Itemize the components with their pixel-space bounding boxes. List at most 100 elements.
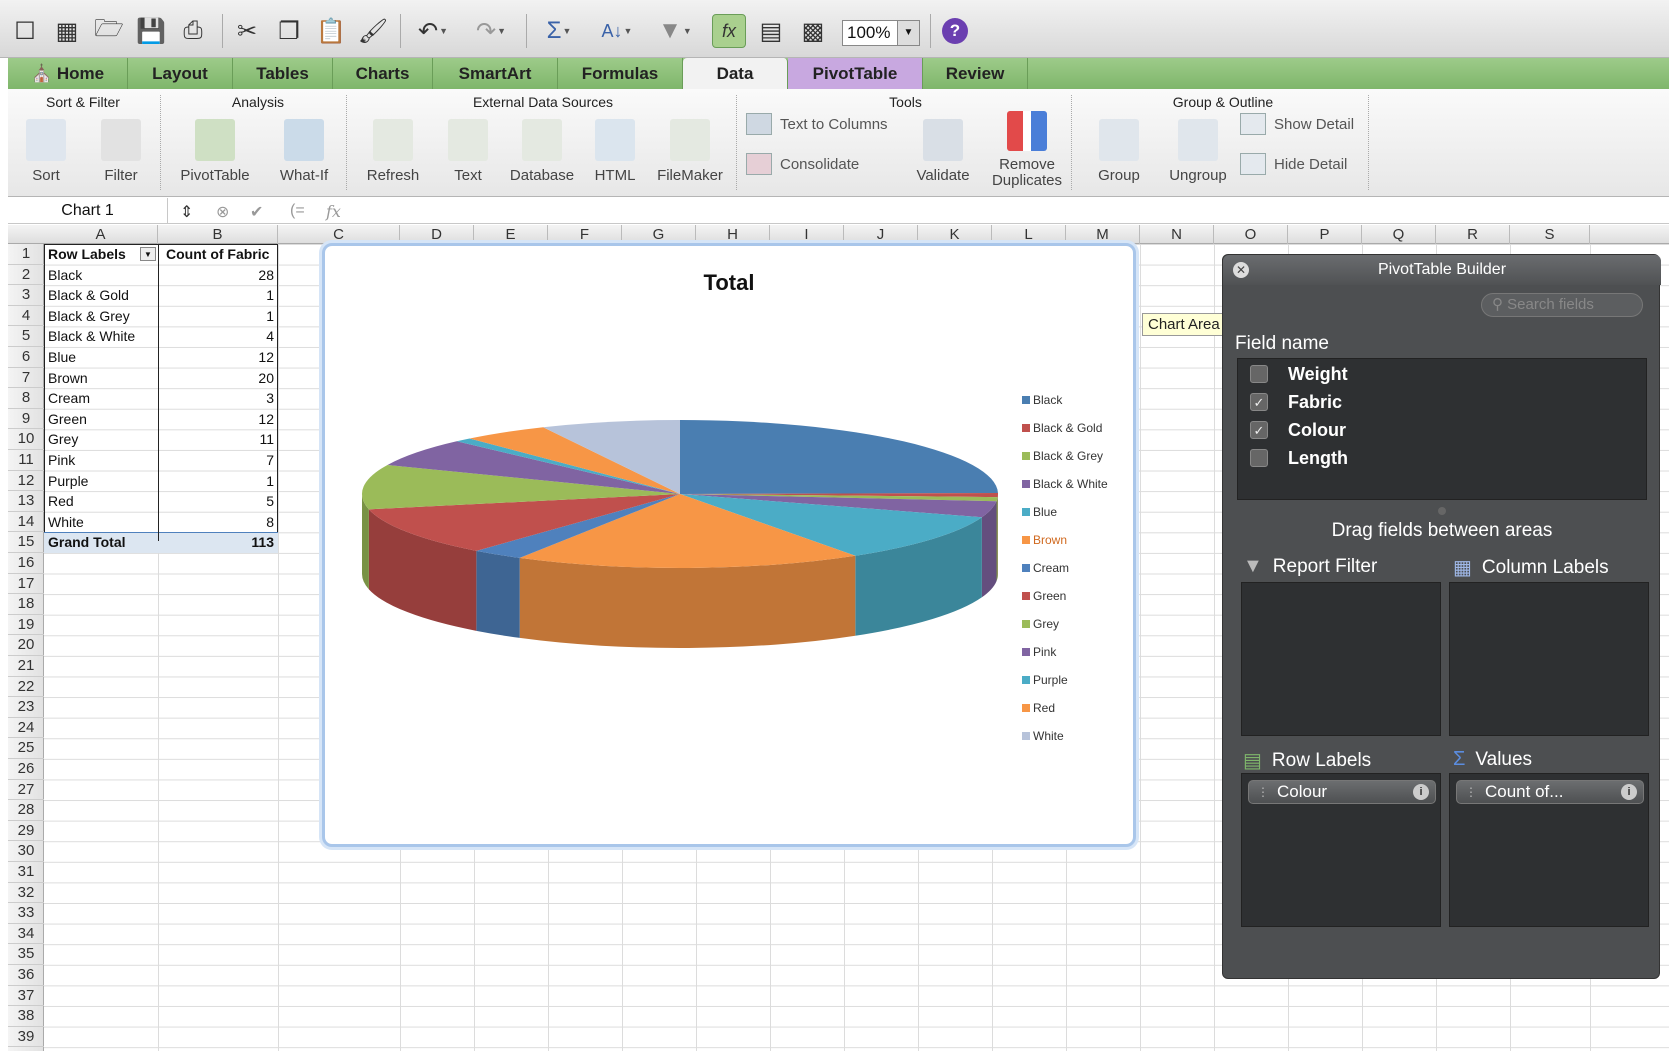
- row-header[interactable]: 31: [8, 862, 44, 883]
- cell[interactable]: 7: [162, 450, 278, 471]
- column-header[interactable]: N: [1140, 225, 1214, 244]
- row-header[interactable]: 1: [8, 244, 44, 265]
- tab-smartart[interactable]: SmartArt: [433, 58, 558, 89]
- cell[interactable]: 4: [162, 326, 278, 347]
- row-header[interactable]: 37: [8, 986, 44, 1007]
- cell[interactable]: 5: [162, 491, 278, 512]
- cell[interactable]: Grey: [48, 429, 156, 450]
- row-header[interactable]: 32: [8, 883, 44, 904]
- help-icon[interactable]: ?: [938, 14, 972, 48]
- consolidate-button[interactable]: Consolidate: [746, 153, 859, 175]
- field-checkbox[interactable]: ✓: [1250, 393, 1268, 411]
- filemaker-button[interactable]: FileMaker: [650, 119, 730, 184]
- field-item[interactable]: Length: [1250, 445, 1348, 471]
- gallery-icon[interactable]: ▤: [754, 14, 788, 48]
- cell[interactable]: Black & White: [48, 326, 156, 347]
- autosum-icon[interactable]: Σ ▼: [534, 14, 584, 48]
- close-icon[interactable]: ✕: [1233, 262, 1249, 278]
- refresh-button[interactable]: Refresh: [358, 119, 428, 184]
- tab-pivottable[interactable]: PivotTable: [788, 58, 923, 89]
- row-header[interactable]: 13: [8, 491, 44, 512]
- column-header[interactable]: F: [548, 225, 622, 244]
- row-header[interactable]: 4: [8, 306, 44, 327]
- row-header[interactable]: 8: [8, 388, 44, 409]
- text-import-button[interactable]: Text: [438, 119, 498, 184]
- name-box[interactable]: Chart 1: [8, 198, 168, 224]
- function-icon[interactable]: fx: [712, 14, 746, 48]
- cell[interactable]: 8: [162, 512, 278, 533]
- cell[interactable]: Green: [48, 409, 156, 430]
- row-header[interactable]: 19: [8, 615, 44, 636]
- fx-label[interactable]: fx: [326, 202, 341, 221]
- row-header[interactable]: 23: [8, 697, 44, 718]
- toolbox-icon[interactable]: ▩: [796, 14, 830, 48]
- row-header[interactable]: 29: [8, 821, 44, 842]
- row-header[interactable]: 34: [8, 924, 44, 945]
- cell[interactable]: Blue: [48, 347, 156, 368]
- cut-icon[interactable]: ✂: [230, 14, 264, 48]
- print-icon[interactable]: ⎙: [176, 14, 210, 48]
- row-header[interactable]: 10: [8, 429, 44, 450]
- column-header[interactable]: L: [992, 225, 1066, 244]
- cell[interactable]: 3: [162, 388, 278, 409]
- chart-area[interactable]: Total Black Black & Gold Black & Grey Black …: [322, 243, 1136, 847]
- column-header[interactable]: B: [158, 225, 278, 244]
- cell[interactable]: Cream: [48, 388, 156, 409]
- redo-icon[interactable]: ↷ ▼: [466, 14, 516, 48]
- column-header[interactable]: J: [844, 225, 918, 244]
- column-header[interactable]: H: [696, 225, 770, 244]
- value-field-pill[interactable]: ⋮ Count of... i: [1456, 780, 1644, 804]
- tab-layout[interactable]: Layout: [128, 58, 233, 89]
- cell[interactable]: Black & Gold: [48, 285, 156, 306]
- column-header[interactable]: G: [622, 225, 696, 244]
- row-labels-area[interactable]: ⋮ Colour i: [1241, 773, 1441, 927]
- cell[interactable]: 20: [162, 368, 278, 389]
- row-header[interactable]: 7: [8, 368, 44, 389]
- sort-button[interactable]: Sort: [16, 119, 76, 184]
- chart-legend[interactable]: Black Black & Gold Black & Grey Black & Whi…: [1022, 393, 1108, 743]
- group-button[interactable]: Group: [1084, 119, 1154, 184]
- cancel-icon[interactable]: ⊗: [216, 202, 229, 222]
- new-icon[interactable]: ☐: [8, 14, 42, 48]
- cell[interactable]: Black: [48, 265, 156, 286]
- row-header[interactable]: 39: [8, 1027, 44, 1048]
- row-header[interactable]: 15: [8, 532, 44, 553]
- row-header[interactable]: 21: [8, 656, 44, 677]
- row-header[interactable]: 24: [8, 718, 44, 739]
- tab-data[interactable]: Data: [683, 58, 788, 89]
- tab-formulas[interactable]: Formulas: [558, 58, 683, 89]
- format-painter-icon[interactable]: 🖌: [356, 14, 390, 48]
- splitter-handle[interactable]: [1438, 507, 1446, 515]
- row-header[interactable]: 35: [8, 944, 44, 965]
- cell[interactable]: Purple: [48, 471, 156, 492]
- field-checkbox[interactable]: [1250, 365, 1268, 383]
- zoom-select[interactable]: 100% ▼: [842, 20, 920, 46]
- cell[interactable]: Count of Fabric: [162, 244, 278, 265]
- cell[interactable]: Red: [48, 491, 156, 512]
- field-checkbox[interactable]: ✓: [1250, 421, 1268, 439]
- cell[interactable]: 12: [162, 347, 278, 368]
- filter-dropdown-icon[interactable]: ▼: [140, 247, 156, 261]
- row-header[interactable]: 36: [8, 965, 44, 986]
- grip-icon[interactable]: ⋮: [1465, 781, 1477, 803]
- cell[interactable]: Pink: [48, 450, 156, 471]
- column-labels-area[interactable]: [1449, 582, 1649, 736]
- column-header[interactable]: D: [400, 225, 474, 244]
- column-header[interactable]: R: [1436, 225, 1510, 244]
- cell[interactable]: 11: [162, 429, 278, 450]
- field-item[interactable]: Weight: [1250, 361, 1348, 387]
- column-header[interactable]: I: [770, 225, 844, 244]
- open-icon[interactable]: 🗁: [92, 14, 126, 48]
- pie-slice-black[interactable]: [680, 420, 998, 494]
- column-header[interactable]: Q: [1362, 225, 1436, 244]
- row-header[interactable]: 18: [8, 594, 44, 615]
- filter-icon[interactable]: ▼ ▼: [650, 14, 700, 48]
- column-header[interactable]: S: [1510, 225, 1590, 244]
- pie-side-black-grey[interactable]: [996, 497, 998, 582]
- column-header[interactable]: A: [44, 225, 158, 244]
- report-filter-area[interactable]: [1241, 582, 1441, 736]
- chevron-down-icon[interactable]: ▼: [897, 21, 919, 45]
- row-header[interactable]: 25: [8, 738, 44, 759]
- row-header[interactable]: 33: [8, 903, 44, 924]
- column-header[interactable]: M: [1066, 225, 1140, 244]
